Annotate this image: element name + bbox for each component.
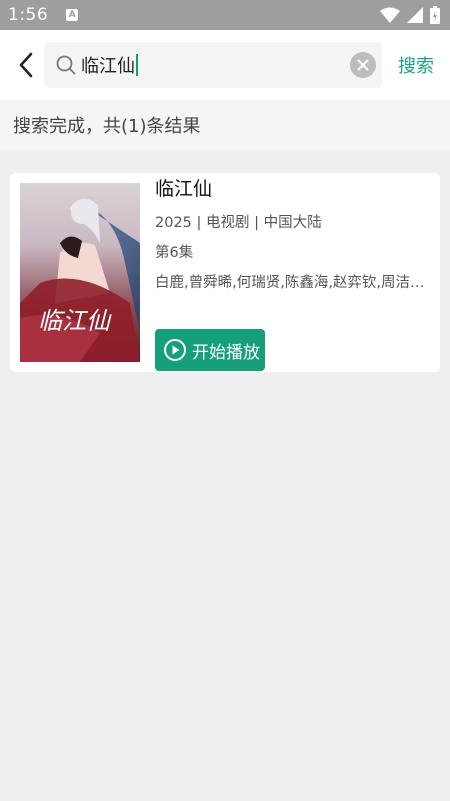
status-bar: 1:56 A xyxy=(0,0,450,30)
result-cast: 白鹿,曾舜晞,何瑞贤,陈鑫海,赵弈钦,周洁… xyxy=(155,275,425,291)
search-query-text: 临江仙 xyxy=(81,56,135,77)
status-time: 1:56 xyxy=(8,5,49,25)
text-cursor xyxy=(136,54,138,76)
search-submit-button[interactable]: 搜索 xyxy=(398,52,434,78)
play-icon xyxy=(163,338,187,362)
result-title[interactable]: 临江仙 xyxy=(155,174,212,201)
search-input[interactable]: 临江仙 xyxy=(81,50,350,80)
search-box[interactable]: 临江仙 xyxy=(44,42,382,88)
result-meta: 2025 | 电视剧 | 中国大陆 xyxy=(155,215,322,231)
result-summary: 搜索完成，共(1)条结果 xyxy=(0,100,450,150)
clear-search-button[interactable] xyxy=(350,52,376,78)
poster-image[interactable]: 临江仙 xyxy=(20,183,140,362)
search-header: 临江仙 搜索 xyxy=(0,30,450,100)
keyboard-notification-icon: A xyxy=(66,9,79,21)
chevron-left-icon xyxy=(19,52,33,78)
start-play-label: 开始播放 xyxy=(192,342,260,363)
keyboard-badge-letter: A xyxy=(68,9,76,20)
result-episode: 第6集 xyxy=(155,245,194,261)
result-card[interactable]: 临江仙 临江仙 2025 | 电视剧 | 中国大陆 第6集 白鹿,曾舜晞,何瑞贤… xyxy=(10,173,440,372)
status-icons xyxy=(380,6,440,24)
wifi-icon xyxy=(380,7,400,23)
start-play-button[interactable]: 开始播放 xyxy=(155,329,265,371)
battery-icon xyxy=(430,6,440,24)
poster-title-text: 临江仙 xyxy=(38,307,112,335)
back-button[interactable] xyxy=(12,45,40,85)
search-icon xyxy=(55,54,77,76)
close-icon xyxy=(357,59,369,71)
signal-icon xyxy=(407,7,423,23)
